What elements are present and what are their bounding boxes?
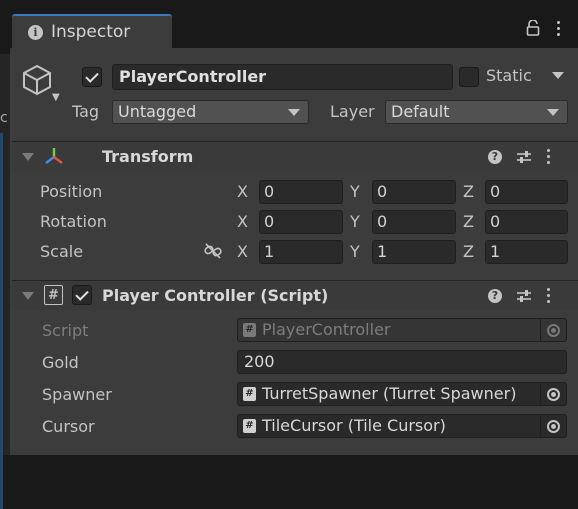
help-icon[interactable]: ?: [488, 288, 502, 303]
inspector-tab-label: Inspector: [51, 22, 131, 42]
spawner-object-field[interactable]: # TurretSpawner (Turret Spawner): [237, 382, 567, 406]
rotation-label: Rotation: [40, 212, 107, 231]
cursor-object-field[interactable]: # TileCursor (Tile Cursor): [237, 414, 567, 438]
position-y-axis-label[interactable]: Y: [350, 182, 360, 201]
script-value: PlayerController: [262, 320, 391, 339]
player-controller-header-tools: ?: [488, 288, 550, 303]
rotation-z-field[interactable]: 0: [485, 210, 568, 234]
player-controller-title: Player Controller (Script): [102, 286, 329, 305]
presets-icon[interactable]: [516, 150, 532, 164]
transform-foldout-icon[interactable]: [22, 153, 34, 161]
icon-dropdown-caret-icon[interactable]: ▼: [52, 92, 60, 103]
player-controller-foldout-icon[interactable]: [22, 292, 34, 300]
transform-menu-icon[interactable]: [546, 149, 550, 164]
gameobject-active-checkbox[interactable]: [82, 67, 102, 87]
spawner-picker-icon[interactable]: [540, 383, 566, 405]
script-enabled-checkbox[interactable]: [72, 285, 92, 305]
left-panel-edge: c: [0, 54, 10, 509]
info-icon: i: [28, 24, 43, 40]
static-checkbox[interactable]: [459, 67, 479, 87]
script-file-icon: #: [44, 285, 63, 305]
player-controller-menu-icon[interactable]: [546, 288, 550, 303]
tab-tools: [526, 20, 560, 36]
position-z-axis-label[interactable]: Z: [463, 182, 474, 201]
rotation-y-axis-label[interactable]: Y: [350, 212, 360, 231]
scale-y-axis-label[interactable]: Y: [350, 242, 360, 261]
cursor-label: Cursor: [42, 417, 95, 436]
position-label: Position: [40, 182, 103, 201]
layer-dropdown[interactable]: Default: [385, 100, 568, 124]
cursor-value: TileCursor (Tile Cursor): [262, 416, 446, 435]
scale-y-field[interactable]: 1: [372, 240, 456, 264]
position-x-field[interactable]: 0: [259, 180, 343, 204]
gameobject-cube-icon[interactable]: [22, 64, 52, 96]
left-panel-letter: c: [0, 110, 8, 126]
chevron-down-icon: [547, 109, 559, 116]
spawner-hash-icon: #: [243, 387, 256, 401]
scale-z-field[interactable]: 1: [485, 240, 568, 264]
scale-x-field[interactable]: 1: [259, 240, 343, 264]
gameobject-name-field[interactable]: PlayerController: [112, 64, 453, 90]
tag-dropdown[interactable]: Untagged: [112, 100, 309, 124]
chevron-down-icon: [288, 109, 300, 116]
scale-x-axis-label[interactable]: X: [237, 242, 248, 261]
rotation-y-field[interactable]: 0: [372, 210, 456, 234]
tag-label: Tag: [72, 102, 100, 121]
tab-menu-icon[interactable]: [556, 20, 560, 36]
cursor-hash-icon: #: [243, 419, 256, 433]
layer-dropdown-value: Default: [391, 102, 450, 121]
script-picker-icon: [540, 319, 566, 341]
cursor-picker-icon[interactable]: [540, 415, 566, 437]
position-z-field[interactable]: 0: [485, 180, 568, 204]
lock-icon[interactable]: [526, 20, 540, 36]
static-label: Static: [486, 66, 532, 85]
tag-dropdown-value: Untagged: [118, 102, 197, 121]
rotation-x-axis-label[interactable]: X: [237, 212, 248, 231]
spawner-value: TurretSpawner (Turret Spawner): [262, 384, 517, 403]
script-label: Script: [42, 321, 89, 340]
gold-label: Gold: [42, 353, 79, 372]
position-x-axis-label[interactable]: X: [237, 182, 248, 201]
constrain-proportions-icon[interactable]: [203, 242, 223, 260]
transform-icon: [45, 148, 63, 164]
inspector-tab[interactable]: i Inspector: [12, 14, 172, 48]
transform-title: Transform: [102, 147, 194, 166]
script-object-field: # PlayerController: [237, 318, 567, 342]
scale-label: Scale: [40, 242, 84, 261]
spawner-label: Spawner: [42, 385, 112, 404]
gold-field[interactable]: 200: [237, 350, 567, 374]
help-icon[interactable]: ?: [488, 149, 502, 164]
scale-z-axis-label[interactable]: Z: [463, 242, 474, 261]
rotation-z-axis-label[interactable]: Z: [463, 212, 474, 231]
rotation-x-field[interactable]: 0: [259, 210, 343, 234]
presets-icon[interactable]: [516, 289, 532, 303]
script-hash-icon: #: [243, 323, 256, 337]
left-panel-selection: [0, 133, 3, 509]
layer-label: Layer: [330, 102, 375, 121]
static-dropdown-caret-icon[interactable]: [552, 72, 564, 79]
position-y-field[interactable]: 0: [372, 180, 456, 204]
transform-header-tools: ?: [488, 149, 550, 164]
